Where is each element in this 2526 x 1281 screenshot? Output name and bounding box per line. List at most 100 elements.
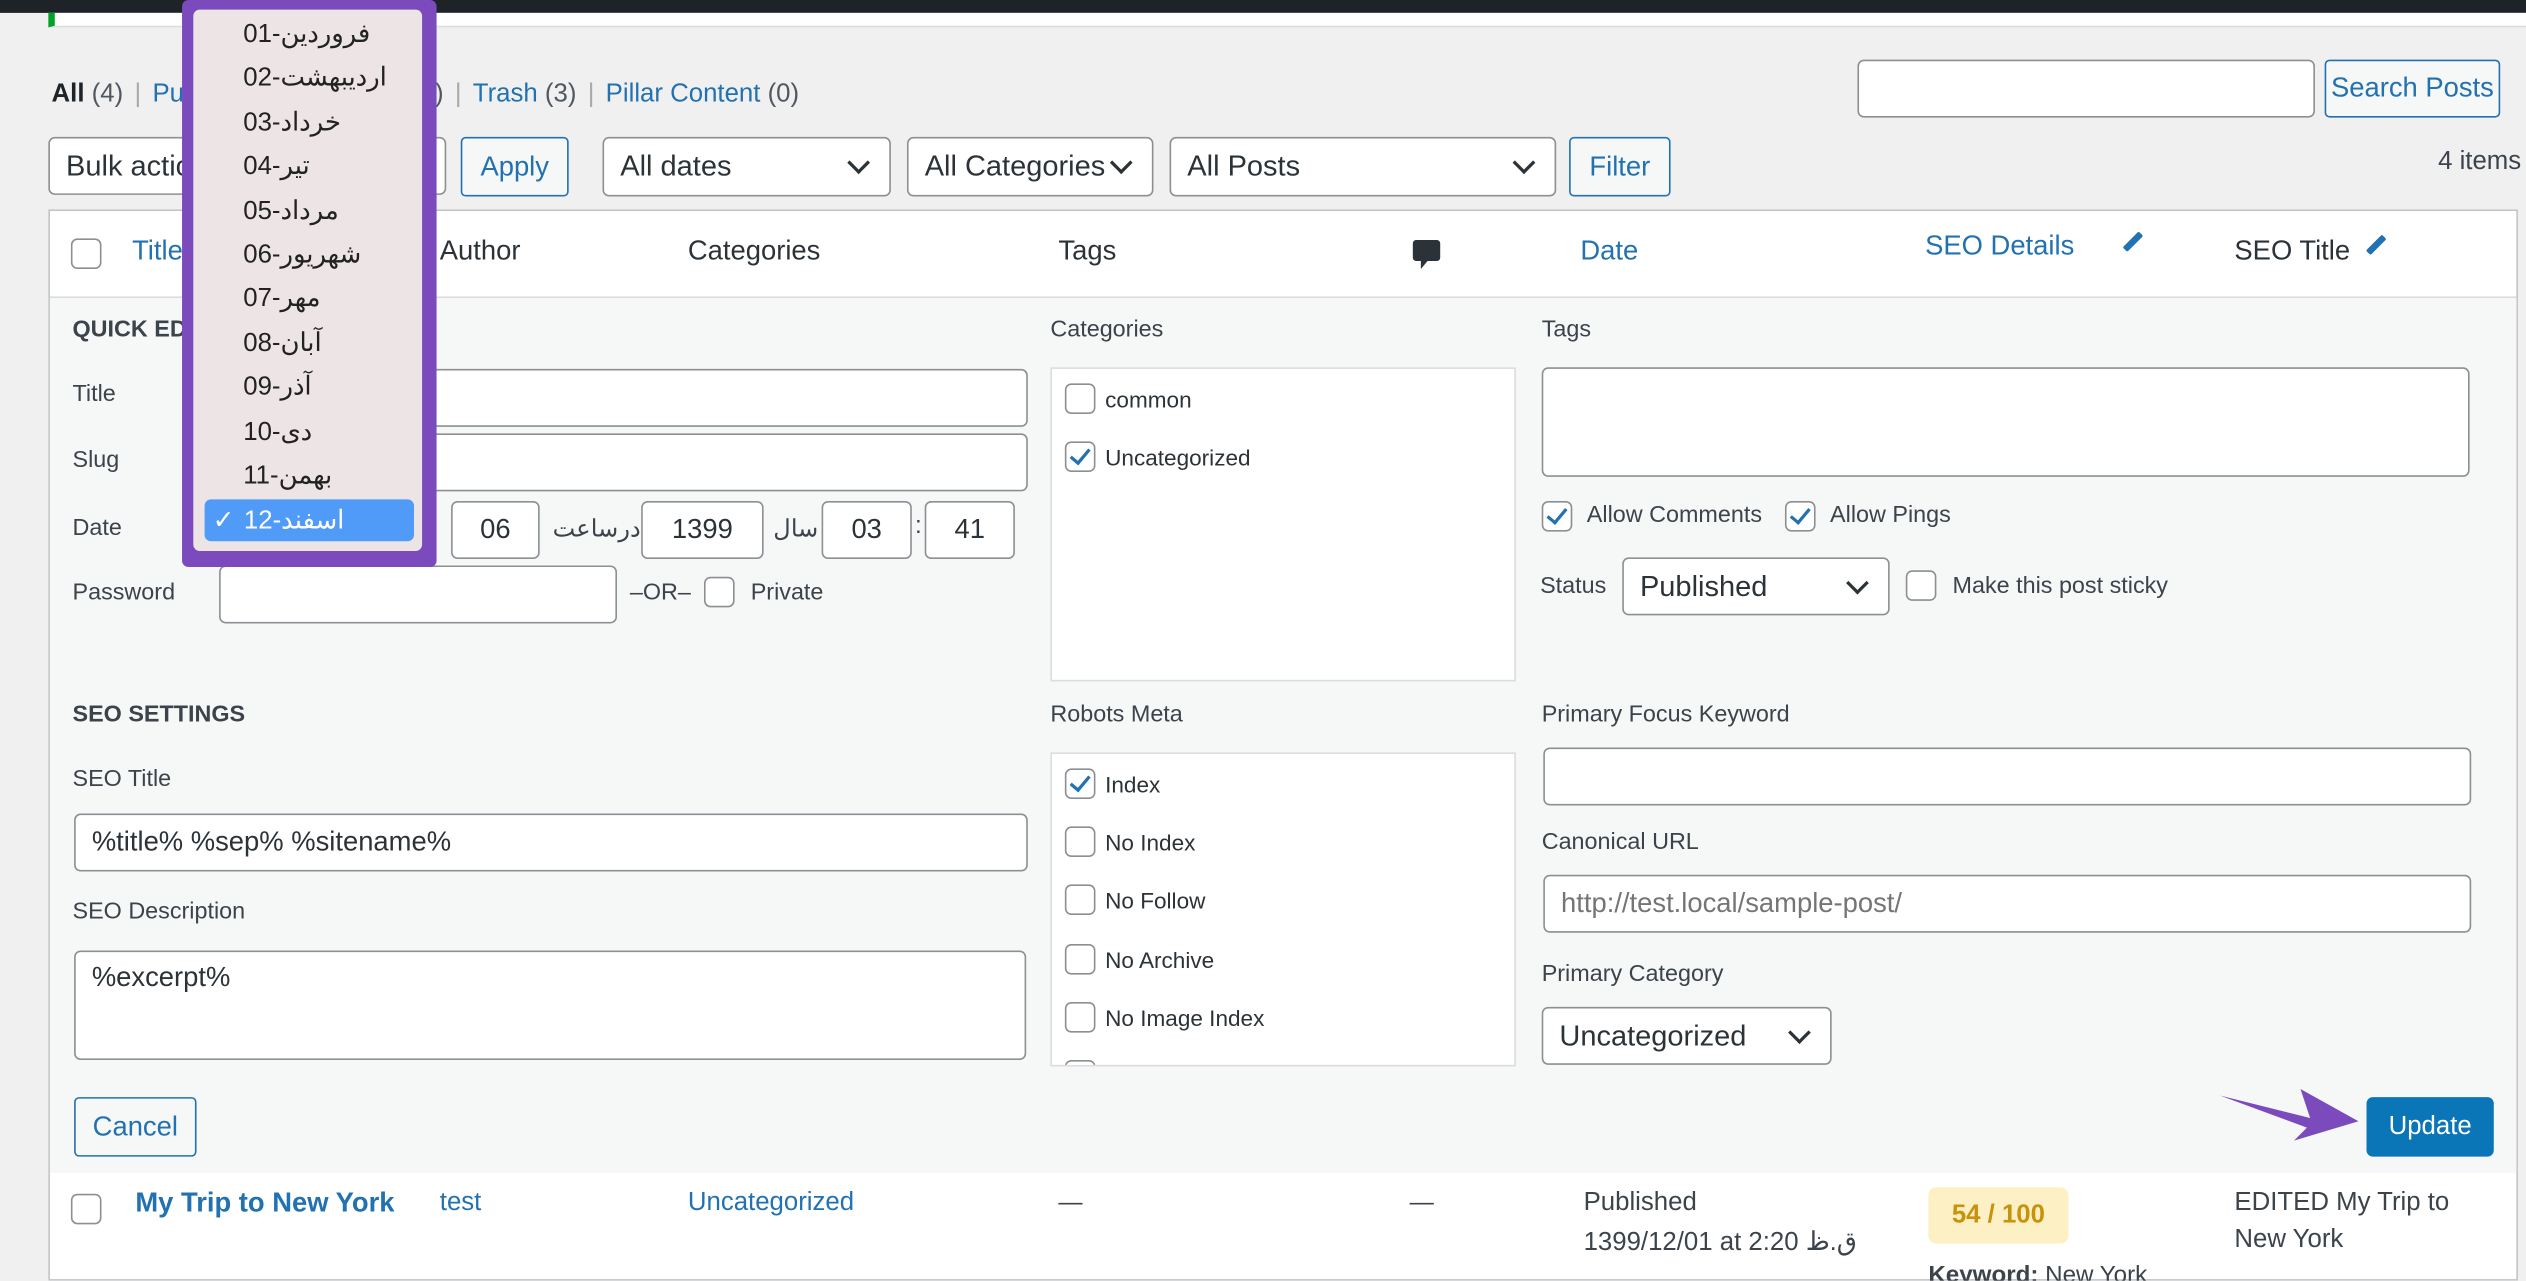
column-title[interactable]: Title bbox=[132, 235, 183, 267]
or-label: –OR– bbox=[629, 579, 691, 606]
focus-keyword-label: Primary Focus Keyword bbox=[1541, 702, 1790, 729]
dates-filter-select[interactable]: All dates bbox=[602, 136, 891, 197]
year-input[interactable]: 1399 bbox=[641, 501, 764, 560]
view-published[interactable]: Pu bbox=[152, 81, 184, 108]
select-all-checkbox[interactable] bbox=[70, 238, 102, 270]
label: Index bbox=[1105, 770, 1161, 797]
chevron-down-icon bbox=[1109, 151, 1133, 175]
primary-category-select[interactable]: Uncategorized bbox=[1541, 1006, 1832, 1065]
post-seo-title-line2: New York bbox=[2234, 1225, 2344, 1254]
label: common bbox=[1105, 385, 1192, 412]
month-option[interactable]: 06-شهریور bbox=[243, 238, 361, 270]
focus-keyword-input[interactable] bbox=[1543, 747, 2472, 806]
view-trash[interactable]: Trash bbox=[473, 81, 538, 108]
month-option[interactable]: 05-مرداد bbox=[243, 194, 338, 226]
password-input[interactable] bbox=[219, 565, 618, 624]
chevron-down-icon bbox=[847, 151, 871, 175]
posts-filter-select[interactable]: All Posts bbox=[1169, 136, 1557, 197]
post-category-link[interactable]: Uncategorized bbox=[688, 1189, 854, 1218]
keyword-value: New York bbox=[2045, 1261, 2148, 1281]
robots-index[interactable]: Index bbox=[1064, 768, 1161, 800]
month-option[interactable]: 10-دی bbox=[243, 415, 312, 447]
update-button[interactable]: Update bbox=[2366, 1097, 2494, 1157]
apply-button[interactable]: Apply bbox=[460, 136, 569, 197]
column-seo-details[interactable]: SEO Details bbox=[1925, 230, 2074, 262]
checkbox[interactable] bbox=[1064, 768, 1096, 800]
label: No Follow bbox=[1105, 886, 1206, 913]
private-label: Private bbox=[750, 579, 824, 606]
tags-textarea[interactable] bbox=[1541, 367, 2470, 477]
post-title-link[interactable]: My Trip to New York bbox=[135, 1187, 394, 1219]
password-label: Password bbox=[72, 579, 176, 606]
sticky-checkbox[interactable] bbox=[1905, 570, 1937, 601]
robots-meta-label: Robots Meta bbox=[1050, 702, 1183, 729]
robots-noarchive[interactable]: No Archive bbox=[1064, 944, 1214, 975]
chevron-down-icon bbox=[1512, 151, 1536, 175]
checkbox[interactable] bbox=[1064, 884, 1096, 916]
robots-noimageindex[interactable]: No Image Index bbox=[1064, 1002, 1265, 1033]
post-author-link[interactable]: test bbox=[440, 1189, 482, 1218]
arrow-annotation-icon bbox=[2219, 1089, 2359, 1141]
checkbox[interactable] bbox=[1064, 1060, 1096, 1065]
robots-nofollow[interactable]: No Follow bbox=[1064, 884, 1206, 916]
checkbox[interactable] bbox=[1064, 441, 1096, 473]
month-option[interactable]: 08-آبان bbox=[243, 327, 321, 359]
month-option[interactable]: 09-آذر bbox=[243, 371, 311, 403]
checkbox[interactable] bbox=[1064, 826, 1096, 858]
column-author: Author bbox=[439, 235, 521, 266]
posts-value: All Posts bbox=[1187, 149, 1301, 183]
allow-pings-checkbox[interactable] bbox=[1784, 501, 1816, 532]
post-date: 1399/12/01 at 2:20 ق.ظ bbox=[1583, 1229, 1857, 1257]
keyword-label: Keyword: bbox=[1928, 1261, 2039, 1281]
private-checkbox[interactable] bbox=[703, 576, 735, 608]
column-date[interactable]: Date bbox=[1580, 235, 1638, 267]
search-input[interactable] bbox=[1857, 59, 2315, 118]
at-label: درساعت bbox=[552, 515, 641, 543]
categories-value: All Categories bbox=[924, 149, 1106, 183]
month-option[interactable]: 11-بهمن bbox=[243, 459, 332, 491]
month-option-selected[interactable]: ✓ 12-اسفند bbox=[204, 499, 415, 542]
seo-settings-heading: SEO SETTINGS bbox=[72, 702, 246, 729]
row-checkbox[interactable] bbox=[70, 1193, 102, 1225]
month-option[interactable]: 04-تیر bbox=[243, 150, 309, 182]
category-uncategorized[interactable]: Uncategorized bbox=[1064, 441, 1251, 473]
search-posts-button[interactable]: Search Posts bbox=[2324, 59, 2501, 118]
category-common[interactable]: common bbox=[1064, 383, 1192, 415]
view-all[interactable]: All bbox=[52, 81, 85, 108]
post-seo-title-line1: EDITED My Trip to bbox=[2234, 1188, 2450, 1217]
seo-description-textarea[interactable]: %excerpt% bbox=[74, 950, 1027, 1061]
canonical-url-input[interactable] bbox=[1543, 874, 2472, 933]
month-option[interactable]: 07-مهر bbox=[243, 283, 320, 315]
day-input[interactable]: 06 bbox=[451, 501, 540, 560]
status-select[interactable]: Published bbox=[1622, 557, 1890, 616]
robots-more[interactable] bbox=[1064, 1060, 1096, 1065]
month-option[interactable]: 03-خرداد bbox=[243, 106, 341, 138]
view-pillar-content[interactable]: Pillar Content bbox=[606, 81, 761, 108]
label: No Image Index bbox=[1105, 1004, 1265, 1031]
filter-button[interactable]: Filter bbox=[1569, 136, 1671, 197]
month-option[interactable]: 02-اردیبهشت bbox=[243, 62, 386, 94]
checkbox[interactable] bbox=[1064, 1002, 1096, 1033]
month-option[interactable]: 01-فروردین bbox=[243, 18, 370, 50]
allow-comments-checkbox[interactable] bbox=[1541, 501, 1573, 532]
seo-title-input[interactable] bbox=[74, 813, 1028, 872]
column-tags: Tags bbox=[1058, 235, 1117, 266]
robots-noindex[interactable]: No Index bbox=[1064, 826, 1195, 858]
robots-meta-checklist: Index No Index No Follow No Archive No I… bbox=[1050, 752, 1516, 1067]
wp-posts-screen: All (4) | Pu ) | Trash (3) | Pillar Content (0… bbox=[0, 0, 2526, 1281]
primary-category-label: Primary Category bbox=[1541, 961, 1724, 988]
column-seo-title: SEO Title bbox=[2234, 235, 2351, 266]
allow-comments-label: Allow Comments bbox=[1586, 502, 1763, 529]
dates-value: All dates bbox=[620, 149, 732, 183]
categories-filter-select[interactable]: All Categories bbox=[906, 136, 1154, 197]
separator: | bbox=[454, 80, 462, 108]
tags-label: Tags bbox=[1541, 317, 1592, 344]
allow-pings-label: Allow Pings bbox=[1830, 502, 1951, 529]
count: (3) bbox=[544, 80, 577, 108]
checkbox[interactable] bbox=[1064, 383, 1096, 415]
separator: | bbox=[134, 80, 142, 108]
cancel-button[interactable]: Cancel bbox=[74, 1097, 197, 1157]
checkbox[interactable] bbox=[1064, 944, 1096, 975]
hour-input[interactable]: 03 bbox=[821, 501, 912, 560]
minute-input[interactable]: 41 bbox=[924, 501, 1015, 560]
